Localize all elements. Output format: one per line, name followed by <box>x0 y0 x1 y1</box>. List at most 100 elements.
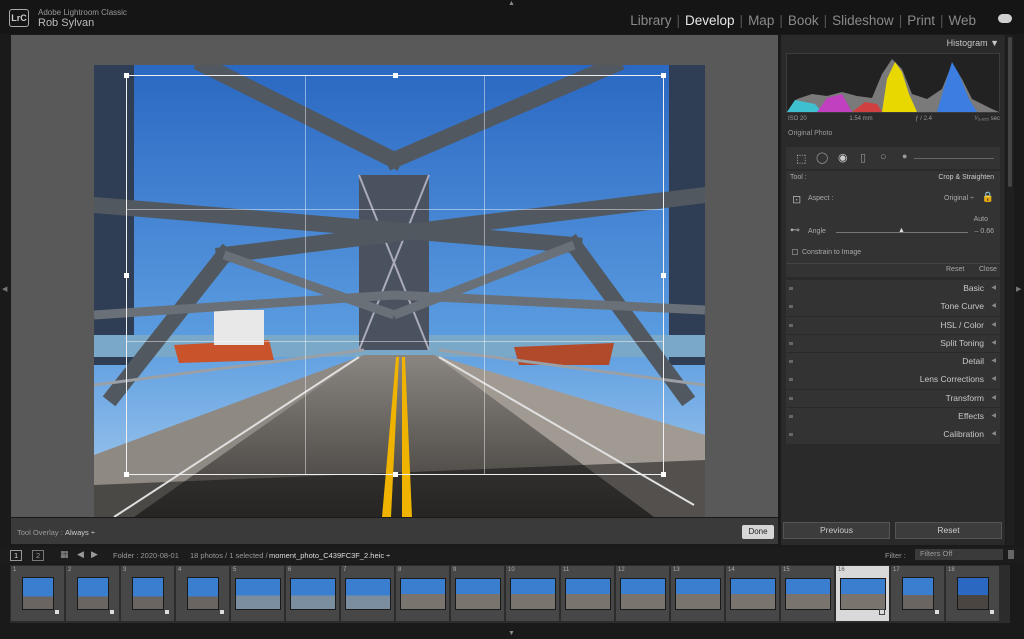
reset-button[interactable]: Reset <box>895 522 1002 539</box>
straighten-tool-icon[interactable]: ⊷ <box>790 225 800 236</box>
panel-lens-corrections[interactable]: Lens Corrections <box>786 371 1000 389</box>
edited-badge-icon <box>989 609 995 615</box>
exif-iso: ISO 20 <box>788 116 807 122</box>
panel-tone-curve[interactable]: Tone Curve <box>786 298 1000 316</box>
radial-filter-icon[interactable]: ○ <box>880 151 887 163</box>
crop-handle[interactable] <box>393 73 398 78</box>
aspect-select[interactable]: Original ÷ <box>944 195 974 202</box>
thumbnail-image <box>510 578 556 610</box>
crop-grid-line <box>483 76 485 474</box>
thumbnail[interactable]: 17 <box>891 566 944 621</box>
edited-badge-icon <box>54 609 60 615</box>
collapse-right-icon[interactable]: ▶ <box>1016 285 1021 293</box>
constrain-checkbox[interactable] <box>792 249 798 255</box>
red-eye-icon[interactable]: ◉ <box>838 151 848 164</box>
thumbnail[interactable]: 6 <box>286 566 339 621</box>
thumbnail[interactable]: 11 <box>561 566 614 621</box>
panel-detail[interactable]: Detail <box>786 353 1000 371</box>
crop-handle[interactable] <box>124 472 129 477</box>
thumbnail-image <box>730 578 776 610</box>
thumbnail[interactable]: 3 <box>121 566 174 621</box>
thumbnail-image <box>902 577 934 610</box>
filename-select[interactable]: moment_photo_C439FC3F_2.heic ÷ <box>269 551 390 560</box>
thumbnail-image <box>785 578 831 610</box>
thumbnail[interactable]: 7 <box>341 566 394 621</box>
module-book[interactable]: Book <box>788 13 819 28</box>
panel-hsl-color[interactable]: HSL / Color <box>786 316 1000 335</box>
angle-slider-thumb[interactable]: ▲ <box>898 227 905 234</box>
brush-icon[interactable]: ● <box>902 151 907 161</box>
brush-slider[interactable] <box>914 158 994 159</box>
filmstrip-bar: 1 2 ▦ ◀ ▶ Folder : 2020-08-01 18 photos … <box>0 547 1024 563</box>
thumbnail-image <box>77 577 109 610</box>
thumbnail-image <box>22 577 54 610</box>
thumbnail[interactable]: 5 <box>231 566 284 621</box>
previous-button[interactable]: Previous <box>783 522 890 539</box>
collapse-bottom-icon[interactable]: ▼ <box>508 630 515 637</box>
thumbnail[interactable]: 8 <box>396 566 449 621</box>
thumbnail[interactable]: 2 <box>66 566 119 621</box>
thumbnail[interactable]: 4 <box>176 566 229 621</box>
crop-grid-line <box>127 208 663 210</box>
module-web[interactable]: Web <box>948 13 976 28</box>
forward-arrow-icon[interactable]: ▶ <box>91 549 98 560</box>
panel-effects[interactable]: Effects <box>786 408 1000 426</box>
right-panel-scrollbar[interactable] <box>1006 35 1014 545</box>
edited-badge-icon <box>879 609 885 615</box>
collapse-left-icon[interactable]: ◀ <box>2 285 7 293</box>
page-2-button[interactable]: 2 <box>32 550 45 561</box>
cloud-sync-icon[interactable] <box>998 14 1012 23</box>
panel-split-toning[interactable]: Split Toning <box>786 334 1000 353</box>
back-arrow-icon[interactable]: ◀ <box>77 549 84 560</box>
crop-handle[interactable] <box>661 273 666 278</box>
thumbnail-image <box>840 578 886 610</box>
crop-handle[interactable] <box>661 73 666 78</box>
thumbnail[interactable]: 1 <box>11 566 64 621</box>
panel-list: Basic Tone Curve HSL / Color Split Tonin… <box>786 280 1000 445</box>
thumbnail[interactable]: 13 <box>671 566 724 621</box>
filmstrip-toggle[interactable] <box>1008 550 1014 559</box>
done-button[interactable]: Done <box>742 525 774 539</box>
crop-reset-button[interactable]: Reset <box>946 266 964 273</box>
auto-button[interactable]: Auto <box>974 216 988 223</box>
page-1-button[interactable]: 1 <box>10 550 23 561</box>
thumbnail[interactable]: 12 <box>616 566 669 621</box>
crop-tool-icon[interactable]: ⬚ <box>796 152 806 165</box>
image-canvas[interactable] <box>11 35 778 517</box>
angle-label: Angle <box>808 228 826 235</box>
module-slideshow[interactable]: Slideshow <box>832 13 894 28</box>
crop-handle[interactable] <box>124 273 129 278</box>
grid-icon[interactable]: ▦ <box>60 549 69 560</box>
filter-select[interactable]: Filters Off <box>915 549 1003 560</box>
crop-handle[interactable] <box>124 73 129 78</box>
aspect-label: Aspect : <box>808 195 834 202</box>
panel-transform[interactable]: Transform <box>786 389 1000 408</box>
module-map[interactable]: Map <box>748 13 774 28</box>
thumbnail[interactable]: 14 <box>726 566 779 621</box>
thumbnail[interactable]: 9 <box>451 566 504 621</box>
graduated-filter-icon[interactable]: ▯ <box>860 151 866 164</box>
thumbnail-image <box>345 578 391 610</box>
tool-overlay-select[interactable]: Always ÷ <box>65 528 95 537</box>
panel-calibration[interactable]: Calibration <box>786 426 1000 444</box>
lock-icon[interactable]: 🔒 <box>982 192 994 203</box>
thumbnail[interactable]: 15 <box>781 566 834 621</box>
spot-removal-icon[interactable]: ◯ <box>816 151 828 164</box>
module-develop[interactable]: Develop <box>685 13 735 28</box>
user-name[interactable]: Rob Sylvan <box>38 17 94 29</box>
crop-frame[interactable] <box>124 73 666 477</box>
original-photo-label: Original Photo <box>788 130 833 137</box>
thumbnail[interactable]: 10 <box>506 566 559 621</box>
collapse-top-icon[interactable]: ▲ <box>508 0 515 7</box>
thumbnail[interactable]: 18 <box>946 566 999 621</box>
crop-close-button[interactable]: Close <box>979 266 997 273</box>
histogram-header[interactable]: Histogram ▼ <box>781 38 1005 52</box>
crop-handle[interactable] <box>393 472 398 477</box>
crop-frame-icon[interactable]: ⊡ <box>792 193 801 206</box>
thumbnail-selected[interactable]: 16 <box>836 566 889 621</box>
module-library[interactable]: Library <box>630 13 671 28</box>
angle-value[interactable]: – 0.66 <box>975 228 994 235</box>
crop-handle[interactable] <box>661 472 666 477</box>
module-print[interactable]: Print <box>907 13 935 28</box>
panel-basic[interactable]: Basic <box>786 280 1000 298</box>
